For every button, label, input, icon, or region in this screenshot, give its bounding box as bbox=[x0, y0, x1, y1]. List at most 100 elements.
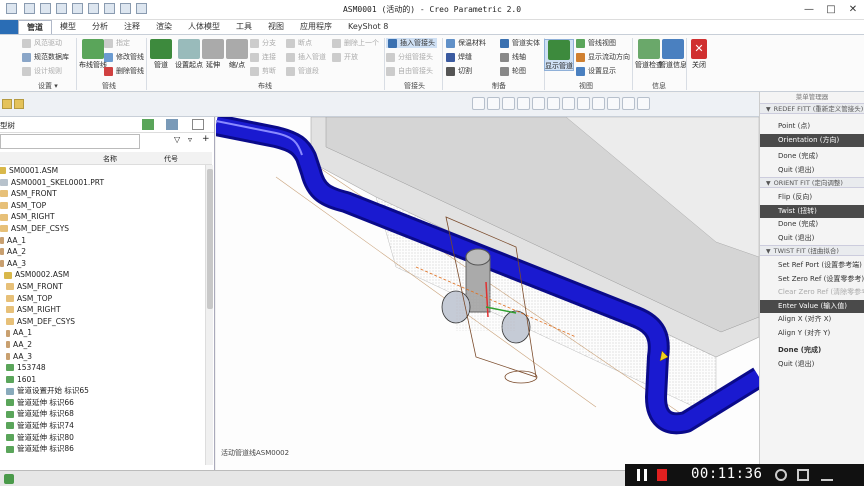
section-icon[interactable] bbox=[577, 97, 590, 110]
insulation-button[interactable]: 保温材料 bbox=[446, 38, 486, 48]
menu-section-twist-fit[interactable]: ▼ TWIST FIT (扭曲拟合) bbox=[760, 245, 864, 256]
tree-show-icon[interactable] bbox=[142, 119, 154, 130]
tree-node[interactable]: ASM0002.ASM bbox=[0, 269, 204, 281]
cut-pipe-button[interactable]: 切割 bbox=[446, 66, 472, 76]
branch-button[interactable]: 分支 bbox=[250, 38, 276, 48]
spool-button[interactable]: 线轴 bbox=[500, 52, 526, 62]
spec-driven-button[interactable]: 风范驱动 bbox=[22, 38, 62, 48]
tree-node[interactable]: 153748 bbox=[0, 362, 204, 374]
show-pipe-button[interactable]: 显示管道 bbox=[544, 39, 574, 71]
design-rules-button[interactable]: 设计规则 bbox=[22, 66, 62, 76]
pipe-solid-button[interactable]: 管道实体 bbox=[500, 38, 540, 48]
show-flow-direction-button[interactable]: 显示流动方向 bbox=[576, 52, 630, 62]
tree-node[interactable]: 管道延伸 标识74 bbox=[0, 420, 204, 432]
menu-section-redef-fitting[interactable]: ▼ REDEF FITT (重新定义管接头) bbox=[760, 103, 864, 114]
menu-item-quit[interactable]: Quit (退出) bbox=[760, 358, 864, 372]
minimize-icon[interactable]: — bbox=[798, 0, 820, 20]
annotation-display-icon[interactable] bbox=[607, 97, 620, 110]
menu-item-flip[interactable]: Flip (反向) bbox=[760, 191, 864, 205]
zoom-refit-icon[interactable] bbox=[472, 97, 485, 110]
isometric-button[interactable]: 轮图 bbox=[500, 66, 526, 76]
tree-node[interactable]: 管道延伸 标识86 bbox=[0, 443, 204, 455]
tree-node[interactable]: ASM_TOP bbox=[0, 293, 204, 305]
menu-item-set-zero-ref[interactable]: Set Zero Ref (设置零参考) bbox=[760, 273, 864, 287]
tree-node[interactable]: AA_2 bbox=[0, 246, 204, 258]
zoom-in-icon[interactable] bbox=[487, 97, 500, 110]
menu-item-quit[interactable]: Quit (退出) bbox=[760, 232, 864, 246]
menu-item-twist[interactable]: Twist (扭转) bbox=[760, 204, 864, 218]
add-column-icon[interactable]: + bbox=[202, 134, 210, 144]
weld-button[interactable]: 焊缝 bbox=[446, 52, 472, 62]
tree-node[interactable]: SM0001.ASM bbox=[0, 165, 204, 177]
scrollbar-thumb[interactable] bbox=[207, 169, 213, 309]
tab-model[interactable]: 模型 bbox=[52, 20, 84, 34]
datum-display-icon[interactable] bbox=[592, 97, 605, 110]
tree-node[interactable]: ASM_FRONT bbox=[0, 188, 204, 200]
menu-item-quit[interactable]: Quit (退出) bbox=[760, 164, 864, 178]
tab-applications[interactable]: 应用程序 bbox=[292, 20, 340, 34]
tree-search-input[interactable] bbox=[0, 134, 140, 149]
modify-pipeline-button[interactable]: 修改管线 bbox=[104, 52, 144, 62]
to-point-button[interactable]: 缩/点 bbox=[222, 39, 252, 69]
tab-keyshot[interactable]: KeyShot 8 bbox=[340, 20, 396, 34]
close-piping-button[interactable]: ✕ 关闭 bbox=[684, 39, 714, 69]
free-fitting-button[interactable]: 自由管接头 bbox=[386, 66, 433, 76]
tree-node[interactable]: 1601 bbox=[0, 374, 204, 386]
tree-node[interactable]: AA_1 bbox=[0, 235, 204, 247]
tree-settings-icon[interactable] bbox=[166, 119, 178, 130]
tree-node[interactable]: 管道延伸 标识66 bbox=[0, 397, 204, 409]
tree-columns-icon[interactable] bbox=[192, 119, 204, 130]
menu-item-align-x[interactable]: Align X (对齐 X) bbox=[760, 313, 864, 327]
folder-icon[interactable] bbox=[2, 99, 12, 109]
display-style-icon[interactable] bbox=[532, 97, 545, 110]
spin-center-icon[interactable] bbox=[622, 97, 635, 110]
tree-node[interactable]: ASM_RIGHT bbox=[0, 304, 204, 316]
repaint-icon[interactable] bbox=[517, 97, 530, 110]
menu-item-set-ref-port[interactable]: Set Ref Port (设置参考端) bbox=[760, 259, 864, 273]
camera-icon[interactable] bbox=[775, 469, 787, 481]
tree-node[interactable]: ASM_TOP bbox=[0, 200, 204, 212]
settings-icon[interactable] bbox=[797, 469, 809, 481]
maximize-icon[interactable]: □ bbox=[820, 0, 842, 20]
menu-item-done[interactable]: Done (完成) bbox=[760, 218, 864, 232]
close-icon[interactable]: ✕ bbox=[842, 0, 864, 20]
tree-node[interactable]: ASM_DEF_CSYS bbox=[0, 316, 204, 328]
group-fitting-button[interactable]: 分组管接头 bbox=[386, 52, 433, 62]
tab-view[interactable]: 视图 bbox=[260, 20, 292, 34]
set-display-button[interactable]: 设置显示 bbox=[576, 66, 616, 76]
appearance-icon[interactable] bbox=[637, 97, 650, 110]
delete-previous-button[interactable]: 删除上一个 bbox=[332, 38, 379, 48]
pipeline-view-button[interactable]: 管线视图 bbox=[576, 38, 616, 48]
view-manager-icon[interactable] bbox=[562, 97, 575, 110]
filter-icon[interactable]: ▽ bbox=[174, 135, 180, 144]
menu-section-orient-fit[interactable]: ▼ ORIENT FIT (定向调整) bbox=[760, 177, 864, 188]
menu-item-done[interactable]: Done (完成) bbox=[760, 150, 864, 164]
tab-annotate[interactable]: 注释 bbox=[116, 20, 148, 34]
pipe-segment-button[interactable]: 管道段 bbox=[286, 66, 319, 76]
tab-analysis[interactable]: 分析 bbox=[84, 20, 116, 34]
pen-icon[interactable] bbox=[821, 469, 833, 481]
menu-item-enter-value[interactable]: Enter Value (输入值) bbox=[760, 299, 864, 313]
pause-icon[interactable] bbox=[637, 469, 647, 481]
tree-node[interactable]: 管道延伸 标识80 bbox=[0, 432, 204, 444]
tree-node[interactable]: ASM_FRONT bbox=[0, 281, 204, 293]
tree-node[interactable]: 管道延伸 标识68 bbox=[0, 408, 204, 420]
breakpoint-button[interactable]: 断点 bbox=[286, 38, 312, 48]
tab-render[interactable]: 渲染 bbox=[148, 20, 180, 34]
zoom-out-icon[interactable] bbox=[502, 97, 515, 110]
file-menu-button[interactable] bbox=[0, 20, 18, 34]
tab-piping[interactable]: 管道 bbox=[18, 20, 52, 34]
tree-node[interactable]: ASM_RIGHT bbox=[0, 211, 204, 223]
insert-fitting-button[interactable]: 插入管接头 bbox=[386, 38, 437, 48]
specify-button[interactable]: 指定 bbox=[104, 38, 130, 48]
open-button[interactable]: 开放 bbox=[332, 52, 358, 62]
saved-views-icon[interactable] bbox=[547, 97, 560, 110]
tree-node[interactable]: ASM0001_SKEL0001.PRT bbox=[0, 177, 204, 189]
tree-node[interactable]: AA_1 bbox=[0, 327, 204, 339]
tree-node[interactable]: ASM_DEF_CSYS bbox=[0, 223, 204, 235]
menu-item-align-y[interactable]: Align Y (对齐 Y) bbox=[760, 327, 864, 341]
insert-pipe-button[interactable]: 插入管道 bbox=[286, 52, 326, 62]
menu-item-clear-zero-ref[interactable]: Clear Zero Ref (清除零参考) bbox=[760, 286, 864, 300]
pipe-button[interactable]: 管道 bbox=[146, 39, 176, 69]
cut-button[interactable]: 剪断 bbox=[250, 66, 276, 76]
